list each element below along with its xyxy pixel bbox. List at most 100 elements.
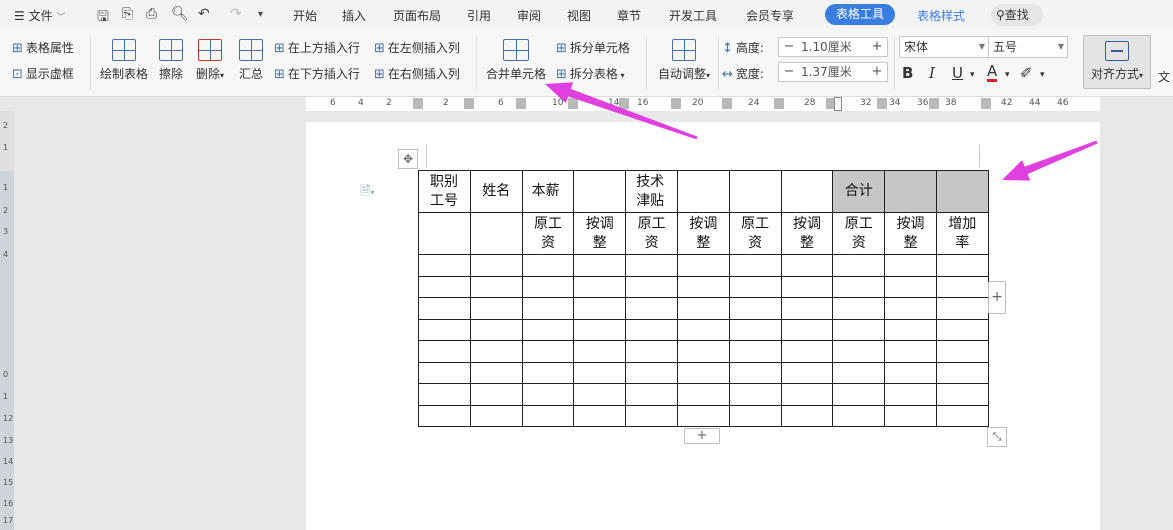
- bold-icon[interactable]: B: [902, 64, 913, 82]
- table-cell[interactable]: [935, 404, 989, 427]
- table-cell[interactable]: [625, 404, 678, 427]
- table-cell[interactable]: 增加 率: [935, 212, 989, 255]
- table-cell[interactable]: [573, 170, 627, 213]
- font-size-select[interactable]: 五号 ▼: [988, 36, 1068, 58]
- chevron-down-icon[interactable]: ▾: [1040, 70, 1045, 80]
- table-cell[interactable]: [935, 318, 989, 341]
- table-cell[interactable]: [521, 318, 575, 341]
- table-cell[interactable]: [469, 361, 523, 384]
- col-width-value[interactable]: 1.37厘米: [801, 63, 852, 81]
- table-cell[interactable]: [728, 318, 782, 341]
- table-cell[interactable]: [625, 297, 678, 320]
- tab-member[interactable]: 会员专享: [746, 7, 794, 24]
- table-cell[interactable]: [884, 275, 937, 298]
- table-cell[interactable]: [676, 383, 730, 406]
- table-cell[interactable]: [728, 361, 782, 384]
- table-cell[interactable]: [728, 170, 782, 213]
- text-direction-label[interactable]: 文: [1158, 68, 1170, 85]
- table-cell[interactable]: [832, 254, 886, 277]
- table-cell[interactable]: [780, 361, 834, 384]
- row-height-stepper[interactable]: − 1.10厘米 +: [778, 37, 888, 57]
- table-cell[interactable]: [469, 318, 523, 341]
- table-cell[interactable]: [780, 404, 834, 427]
- table-cell[interactable]: [676, 254, 730, 277]
- split-table-button[interactable]: ⊞ 拆分表格 ▾: [556, 65, 624, 82]
- paragraph-icon[interactable]: 🗎▾: [360, 182, 374, 204]
- redo-icon[interactable]: ↷: [230, 6, 242, 22]
- table-cell[interactable]: [521, 254, 575, 277]
- summary-button[interactable]: 汇总: [236, 39, 266, 82]
- table-cell[interactable]: [832, 404, 886, 427]
- plus-icon[interactable]: +: [867, 38, 887, 56]
- table-cell-selected[interactable]: [935, 170, 989, 213]
- table-cell[interactable]: [935, 340, 989, 363]
- plus-icon[interactable]: +: [867, 63, 887, 81]
- table-cell[interactable]: [676, 404, 730, 427]
- table-cell[interactable]: [418, 383, 471, 406]
- table-cell[interactable]: [573, 275, 627, 298]
- font-name-select[interactable]: 宋体 ▼: [899, 36, 989, 58]
- table-cell[interactable]: [832, 318, 886, 341]
- table-cell[interactable]: [780, 318, 834, 341]
- insert-col-left-button[interactable]: ⊞ 在左侧插入列: [374, 39, 460, 56]
- table-cell[interactable]: [832, 361, 886, 384]
- table-cell[interactable]: [521, 340, 575, 363]
- chevron-down-icon[interactable]: ▾: [1005, 70, 1010, 80]
- table-properties-button[interactable]: ⊞ 表格属性: [12, 39, 74, 56]
- table-cell[interactable]: [676, 340, 730, 363]
- font-color-icon[interactable]: A: [987, 64, 998, 82]
- table-cell[interactable]: [469, 212, 523, 255]
- table-cell[interactable]: [728, 340, 782, 363]
- ruler-column-marker[interactable]: [568, 98, 578, 109]
- table-cell[interactable]: [676, 275, 730, 298]
- ruler-column-marker[interactable]: [516, 98, 526, 109]
- undo-icon[interactable]: ↶: [198, 6, 210, 22]
- table-resize-handle[interactable]: ⤡: [987, 427, 1007, 447]
- chevron-down-icon[interactable]: ▾: [970, 70, 975, 80]
- table-cell[interactable]: [728, 254, 782, 277]
- split-cells-button[interactable]: ⊞ 拆分单元格: [556, 39, 630, 56]
- insert-col-right-button[interactable]: ⊞ 在右侧插入列: [374, 65, 460, 82]
- table-cell[interactable]: [469, 383, 523, 406]
- table-cell[interactable]: [832, 275, 886, 298]
- table-cell[interactable]: 按调 整: [676, 212, 730, 255]
- table-cell[interactable]: [469, 254, 523, 277]
- table-cell[interactable]: [573, 383, 627, 406]
- print-icon[interactable]: ⎙: [146, 6, 157, 22]
- table-cell[interactable]: [884, 361, 937, 384]
- tab-table-tools[interactable]: 表格工具: [825, 4, 896, 25]
- search-button[interactable]: ⚲查找: [991, 4, 1043, 26]
- table-cell[interactable]: [728, 383, 782, 406]
- table-cell[interactable]: [884, 340, 937, 363]
- print-preview-icon[interactable]: 🔍︎: [171, 6, 189, 22]
- table-cell[interactable]: [676, 170, 730, 213]
- col-width-stepper[interactable]: − 1.37厘米 +: [778, 62, 888, 82]
- table-cell[interactable]: [935, 383, 989, 406]
- table-cell[interactable]: [676, 318, 730, 341]
- table-cell[interactable]: [625, 254, 678, 277]
- table-cell[interactable]: 本薪: [521, 170, 575, 213]
- table-cell[interactable]: [625, 361, 678, 384]
- table-cell[interactable]: [469, 340, 523, 363]
- tab-chapter[interactable]: 章节: [617, 7, 641, 24]
- table-cell[interactable]: [573, 318, 627, 341]
- app-menu[interactable]: ☰ 文件 ﹀: [14, 7, 65, 24]
- table-cell[interactable]: 原工 资: [625, 212, 678, 255]
- table-cell[interactable]: 原工 资: [728, 212, 782, 255]
- insert-row-above-button[interactable]: ⊞ 在上方插入行: [274, 39, 360, 56]
- table-cell[interactable]: [935, 297, 989, 320]
- table-cell[interactable]: [469, 404, 523, 427]
- table-cell[interactable]: [625, 340, 678, 363]
- table-cell[interactable]: [935, 275, 989, 298]
- table-cell[interactable]: [573, 254, 627, 277]
- ruler-column-marker[interactable]: [671, 98, 681, 109]
- ruler-column-marker[interactable]: [929, 98, 939, 109]
- table-cell[interactable]: [884, 318, 937, 341]
- table-cell[interactable]: 按调 整: [780, 212, 834, 255]
- underline-icon[interactable]: U: [952, 64, 963, 82]
- table-cell[interactable]: 职别 工号: [418, 170, 471, 213]
- table-cell[interactable]: [418, 361, 471, 384]
- table-cell[interactable]: [728, 297, 782, 320]
- tab-view[interactable]: 视图: [567, 7, 591, 24]
- table-cell[interactable]: [780, 275, 834, 298]
